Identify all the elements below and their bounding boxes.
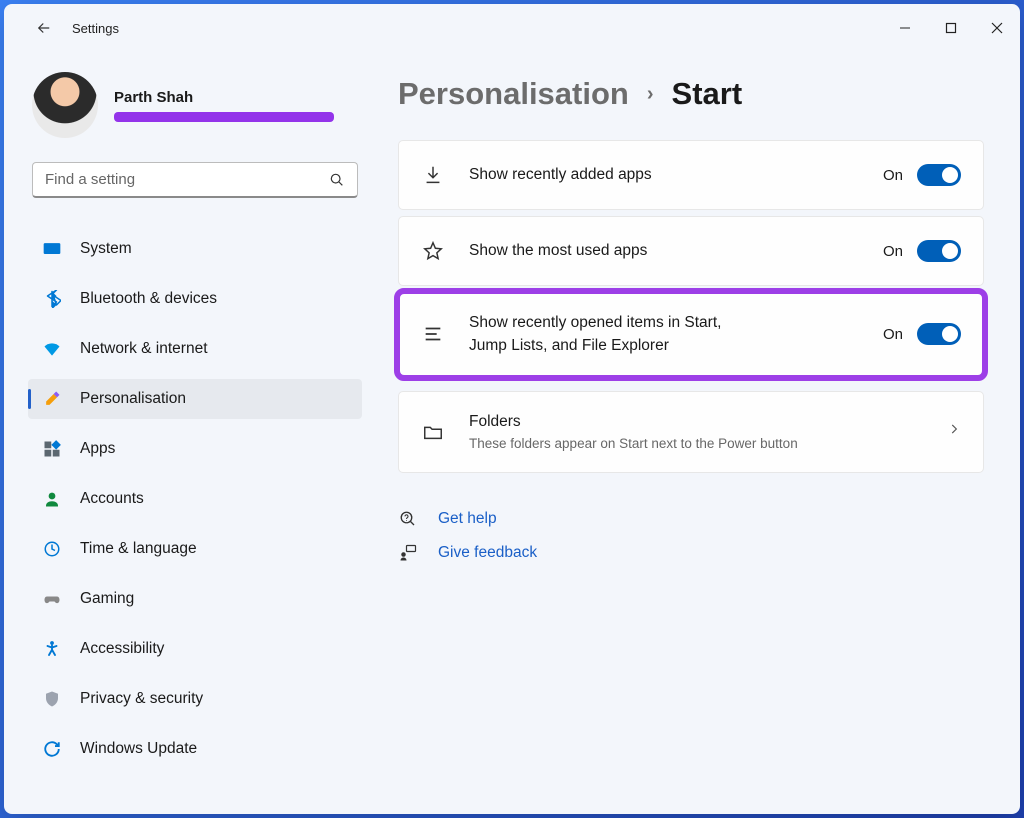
setting-recent-items[interactable]: Show recently opened items in Start, Jum… — [398, 292, 984, 377]
sidebar-item-system[interactable]: System — [28, 229, 362, 269]
chevron-right-icon: › — [647, 83, 654, 106]
support-links: Get help Give feedback — [398, 509, 984, 563]
window-controls — [882, 4, 1020, 52]
minimize-button[interactable] — [882, 4, 928, 52]
sidebar-item-personalisation[interactable]: Personalisation — [28, 379, 362, 419]
back-button[interactable] — [24, 8, 64, 48]
sidebar-item-apps[interactable]: Apps — [28, 429, 362, 469]
sidebar-item-accessibility[interactable]: Accessibility — [28, 629, 362, 669]
nav-list: System Bluetooth & devices Network & int… — [28, 226, 362, 772]
list-icon — [421, 322, 445, 346]
profile-email-redacted — [114, 112, 334, 122]
search-input[interactable] — [45, 171, 329, 188]
search-box[interactable] — [32, 162, 358, 198]
setting-label: Show recently added apps — [469, 163, 859, 186]
toggle-state: On — [883, 326, 903, 343]
gamepad-icon — [42, 589, 62, 609]
profile-name: Parth Shah — [114, 89, 334, 106]
bluetooth-icon — [42, 289, 62, 309]
toggle-group: On — [883, 240, 961, 262]
person-icon — [42, 489, 62, 509]
search-icon — [329, 172, 345, 188]
setting-sublabel: These folders appear on Start next to th… — [469, 435, 915, 454]
get-help-link[interactable]: Get help — [398, 509, 984, 529]
profile-block[interactable]: Parth Shah — [32, 72, 362, 138]
give-feedback-link[interactable]: Give feedback — [398, 543, 984, 563]
sidebar-item-label: Privacy & security — [80, 690, 203, 708]
apps-icon — [42, 439, 62, 459]
sidebar-item-label: Network & internet — [80, 340, 208, 358]
maximize-icon — [945, 22, 957, 34]
setting-recently-added[interactable]: Show recently added apps On — [398, 140, 984, 210]
maximize-button[interactable] — [928, 4, 974, 52]
sidebar-item-label: Bluetooth & devices — [80, 290, 217, 308]
content-pane: Personalisation › Start Show recently ad… — [374, 52, 1020, 814]
close-button[interactable] — [974, 4, 1020, 52]
sidebar-item-windows-update[interactable]: Windows Update — [28, 729, 362, 769]
setting-label: Folders — [469, 410, 915, 433]
sidebar-item-label: Windows Update — [80, 740, 197, 758]
sidebar-item-network[interactable]: Network & internet — [28, 329, 362, 369]
sidebar-item-gaming[interactable]: Gaming — [28, 579, 362, 619]
download-icon — [421, 163, 445, 187]
toggle-state: On — [883, 243, 903, 260]
avatar — [32, 72, 98, 138]
setting-label: Show the most used apps — [469, 239, 859, 262]
update-icon — [42, 739, 62, 759]
paintbrush-icon — [42, 389, 62, 409]
sidebar-item-time-language[interactable]: Time & language — [28, 529, 362, 569]
setting-most-used[interactable]: Show the most used apps On — [398, 216, 984, 286]
close-icon — [991, 22, 1003, 34]
folder-icon — [421, 420, 445, 444]
setting-label: Show recently opened items in Start, Jum… — [469, 311, 729, 358]
arrow-left-icon — [35, 19, 53, 37]
window-title: Settings — [72, 21, 119, 36]
toggle-state: On — [883, 167, 903, 184]
star-icon — [421, 239, 445, 263]
sidebar-item-label: Accounts — [80, 490, 144, 508]
chevron-right-icon — [947, 422, 961, 441]
globe-clock-icon — [42, 539, 62, 559]
sidebar-item-label: System — [80, 240, 132, 258]
wifi-icon — [42, 339, 62, 359]
shield-icon — [42, 689, 62, 709]
settings-list: Show recently added apps On Show the mos… — [398, 140, 984, 473]
help-icon — [398, 509, 418, 529]
titlebar: Settings — [4, 4, 1020, 52]
setting-folders[interactable]: Folders These folders appear on Start ne… — [398, 391, 984, 473]
system-icon — [42, 239, 62, 259]
sidebar-item-label: Gaming — [80, 590, 134, 608]
accessibility-icon — [42, 639, 62, 659]
toggle-switch[interactable] — [917, 240, 961, 262]
toggle-switch[interactable] — [917, 164, 961, 186]
profile-text: Parth Shah — [114, 89, 334, 122]
link-text[interactable]: Get help — [438, 510, 497, 528]
feedback-icon — [398, 543, 418, 563]
breadcrumb-parent[interactable]: Personalisation — [398, 76, 629, 112]
sidebar-item-privacy[interactable]: Privacy & security — [28, 679, 362, 719]
sidebar-item-label: Accessibility — [80, 640, 164, 658]
toggle-group: On — [883, 164, 961, 186]
toggle-switch[interactable] — [917, 323, 961, 345]
sidebar-item-label: Personalisation — [80, 390, 186, 408]
sidebar-item-label: Apps — [80, 440, 115, 458]
page-title: Start — [672, 76, 743, 112]
link-text[interactable]: Give feedback — [438, 544, 537, 562]
sidebar-item-label: Time & language — [80, 540, 197, 558]
toggle-group: On — [883, 323, 961, 345]
breadcrumb: Personalisation › Start — [398, 76, 984, 112]
settings-window: Settings Parth Shah — [4, 4, 1020, 814]
sidebar-item-accounts[interactable]: Accounts — [28, 479, 362, 519]
sidebar: Parth Shah System — [4, 52, 374, 814]
minimize-icon — [899, 22, 911, 34]
sidebar-item-bluetooth[interactable]: Bluetooth & devices — [28, 279, 362, 319]
